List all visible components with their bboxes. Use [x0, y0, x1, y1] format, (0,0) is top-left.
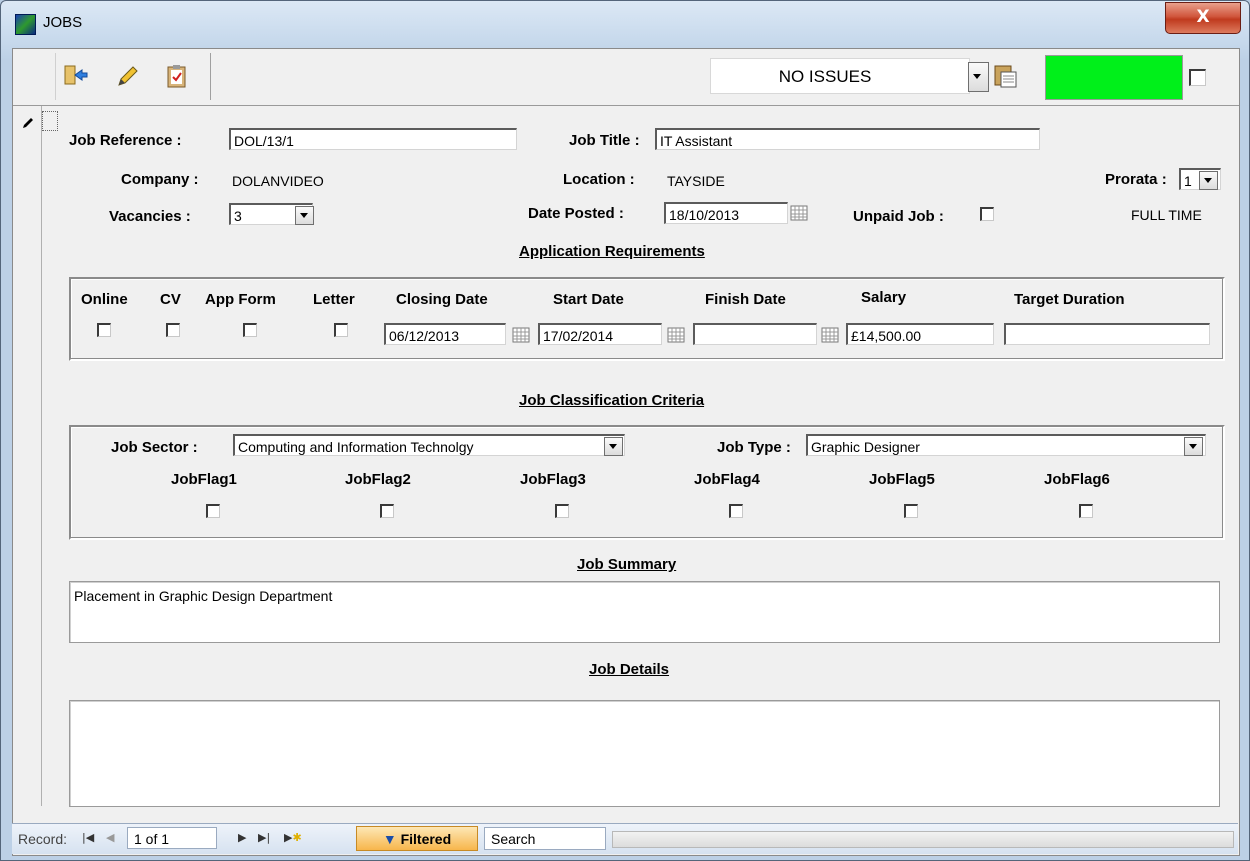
- closing-date-label: Closing Date: [396, 291, 488, 308]
- closing-date-input[interactable]: 06/12/2013: [384, 323, 506, 345]
- horizontal-scrollbar[interactable]: [612, 831, 1234, 848]
- clipboard-check-icon[interactable]: [164, 63, 190, 89]
- previous-record-icon[interactable]: ◀: [106, 831, 114, 844]
- jobflag2-label: JobFlag2: [345, 471, 411, 488]
- application-requirements-group: [69, 277, 1225, 361]
- paste-clipboard-icon[interactable]: [991, 61, 1021, 91]
- finish-date-label: Finish Date: [705, 291, 786, 308]
- target-duration-label: Target Duration: [1014, 291, 1125, 308]
- job-type-label: Job Type :: [717, 439, 791, 456]
- jobflag2-checkbox[interactable]: [380, 504, 394, 518]
- date-posted-calendar-icon[interactable]: [789, 204, 809, 222]
- toolbar-buttons: [55, 53, 211, 100]
- record-navigation-bar: Record: |◀ ◀ 1 of 1 ▶ ▶| ▶✱ ▼ Filtered S…: [12, 823, 1238, 854]
- job-sector-dropdown-arrow-icon[interactable]: [604, 437, 623, 456]
- jobflag5-label: JobFlag5: [869, 471, 935, 488]
- job-title-label: Job Title :: [569, 132, 640, 149]
- application-requirements-title: Application Requirements: [519, 243, 705, 260]
- job-classification-title: Job Classification Criteria: [519, 392, 705, 409]
- online-label: Online: [81, 291, 128, 308]
- job-details-textarea[interactable]: [69, 700, 1220, 807]
- record-edit-pencil-icon: [21, 116, 35, 133]
- vacancies-label: Vacancies :: [109, 208, 191, 225]
- job-sector-label: Job Sector :: [111, 439, 198, 456]
- prorata-label: Prorata :: [1105, 171, 1167, 188]
- cv-checkbox[interactable]: [166, 323, 180, 337]
- current-record-input[interactable]: 1 of 1: [127, 827, 217, 849]
- jobflag6-label: JobFlag6: [1044, 471, 1110, 488]
- salary-label: Salary: [861, 289, 907, 306]
- job-type-select[interactable]: Graphic Designer: [806, 434, 1206, 456]
- online-checkbox[interactable]: [97, 323, 111, 337]
- focus-marker: [42, 111, 58, 131]
- jobflag4-label: JobFlag4: [694, 471, 760, 488]
- jobflag3-checkbox[interactable]: [555, 504, 569, 518]
- jobs-window: JOBS X NO ISSUES Job Reference: DOL/13/…: [0, 0, 1250, 861]
- form-toolbar: NO ISSUES: [13, 49, 1239, 106]
- jobs-form: NO ISSUES Job Reference: DOL/13/1 Job T…: [12, 48, 1240, 856]
- location-label: Location :: [563, 171, 635, 188]
- first-record-icon[interactable]: |◀: [82, 831, 94, 844]
- job-reference-input[interactable]: DOL/13/1: [229, 128, 517, 150]
- cv-label: CV: [160, 291, 181, 308]
- exit-icon[interactable]: [62, 63, 88, 89]
- company-label: Company :: [121, 171, 199, 188]
- status-checkbox[interactable]: [1189, 69, 1206, 86]
- start-date-calendar-icon[interactable]: [666, 326, 686, 344]
- edit-pencil-icon[interactable]: [114, 63, 140, 89]
- status-color-indicator: [1045, 55, 1183, 100]
- closing-date-calendar-icon[interactable]: [511, 326, 531, 344]
- location-value: TAYSIDE: [667, 173, 725, 189]
- unpaid-job-label: Unpaid Job :: [853, 208, 944, 225]
- filter-funnel-icon: ▼: [382, 831, 397, 847]
- jobflag1-label: JobFlag1: [171, 471, 237, 488]
- company-value: DOLANVIDEO: [232, 173, 324, 189]
- finish-date-input[interactable]: [693, 323, 817, 345]
- date-posted-label: Date Posted :: [528, 205, 624, 222]
- finish-date-calendar-icon[interactable]: [820, 326, 840, 344]
- search-input[interactable]: Search: [484, 827, 606, 850]
- jobflag1-checkbox[interactable]: [206, 504, 220, 518]
- target-duration-input[interactable]: [1004, 323, 1210, 345]
- unpaid-job-checkbox[interactable]: [980, 207, 994, 221]
- start-date-label: Start Date: [553, 291, 624, 308]
- letter-label: Letter: [313, 291, 355, 308]
- job-details-title: Job Details: [589, 661, 670, 678]
- app-form-checkbox[interactable]: [243, 323, 257, 337]
- last-record-icon[interactable]: ▶|: [258, 831, 270, 844]
- vacancies-dropdown-arrow-icon[interactable]: [295, 206, 314, 225]
- date-posted-input[interactable]: 18/10/2013: [664, 202, 788, 224]
- record-selector[interactable]: [13, 106, 42, 806]
- job-type-dropdown-arrow-icon[interactable]: [1184, 437, 1203, 456]
- job-summary-textarea[interactable]: Placement in Graphic Design Department: [69, 581, 1220, 643]
- employment-type-value: FULL TIME: [1131, 207, 1202, 223]
- start-date-input[interactable]: 17/02/2014: [538, 323, 662, 345]
- jobflag3-label: JobFlag3: [520, 471, 586, 488]
- jobflag6-checkbox[interactable]: [1079, 504, 1093, 518]
- next-record-icon[interactable]: ▶: [238, 831, 246, 844]
- prorata-dropdown-arrow-icon[interactable]: [1199, 171, 1218, 190]
- job-reference-label: Job Reference :: [69, 132, 182, 149]
- salary-input[interactable]: £14,500.00: [846, 323, 994, 345]
- filter-toggle-button[interactable]: ▼ Filtered: [356, 826, 478, 851]
- job-summary-title: Job Summary: [577, 556, 677, 573]
- filter-label: Filtered: [400, 831, 452, 847]
- issues-dropdown-arrow-icon[interactable]: [968, 62, 989, 92]
- title-bar[interactable]: JOBS X: [1, 1, 1249, 47]
- close-button[interactable]: X: [1165, 2, 1241, 34]
- job-sector-select[interactable]: Computing and Information Technolgy: [233, 434, 625, 456]
- jobflag4-checkbox[interactable]: [729, 504, 743, 518]
- record-label: Record:: [18, 831, 68, 847]
- window-title: JOBS: [43, 14, 83, 31]
- new-record-icon[interactable]: ▶✱: [284, 831, 302, 844]
- letter-checkbox[interactable]: [334, 323, 348, 337]
- app-form-label: App Form: [205, 291, 276, 308]
- issues-status-select[interactable]: NO ISSUES: [710, 58, 970, 94]
- app-icon: [15, 14, 36, 35]
- job-title-input[interactable]: IT Assistant: [655, 128, 1040, 150]
- jobflag5-checkbox[interactable]: [904, 504, 918, 518]
